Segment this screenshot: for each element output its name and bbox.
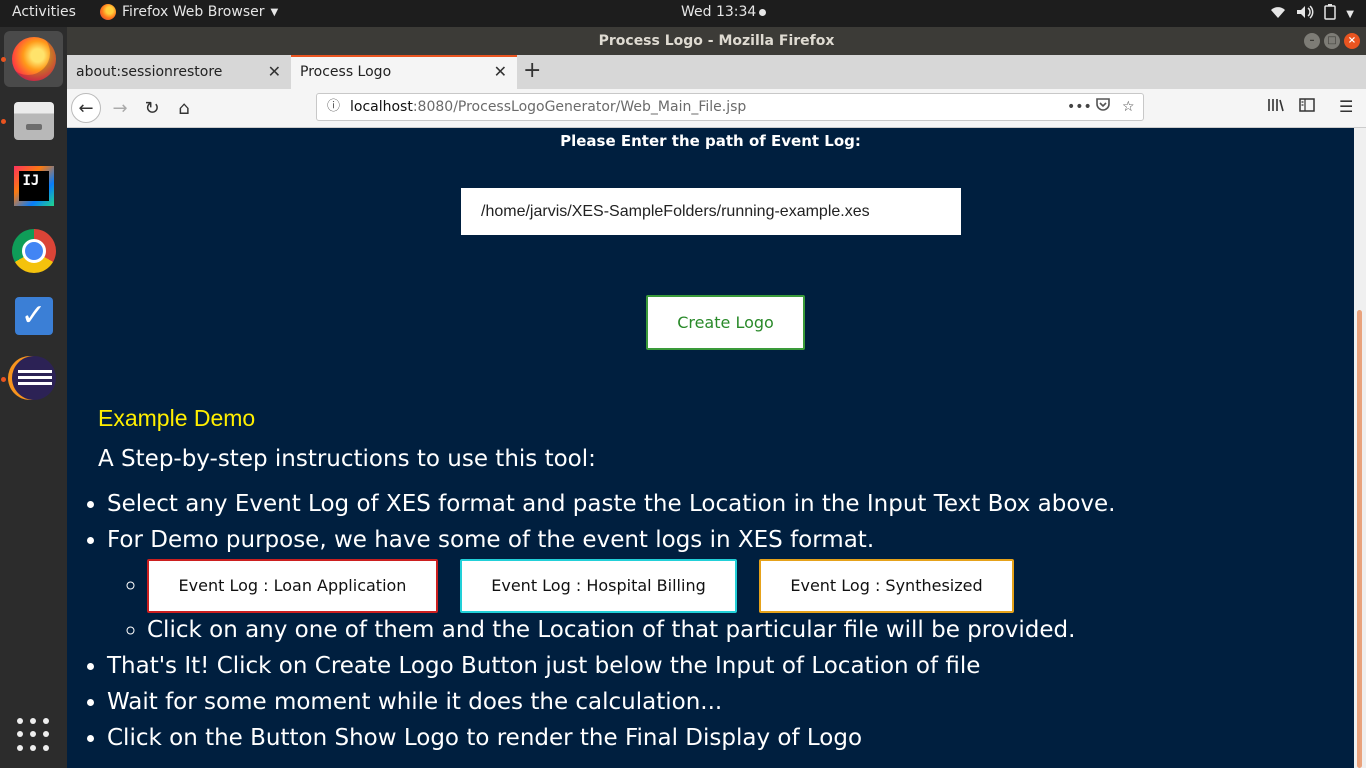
url-bar[interactable]: ⓘ localhost:8080/ProcessLogoGenerator/We… — [316, 93, 1144, 121]
dock-chrome[interactable] — [4, 223, 63, 279]
tab-process-logo[interactable]: Process Logo ✕ — [291, 55, 517, 89]
firefox-window: Process Logo - Mozilla Firefox – □ × abo… — [67, 27, 1366, 768]
tab-bar: about:sessionrestore ✕ Process Logo ✕ + — [67, 55, 1366, 89]
library-icon[interactable] — [1267, 97, 1285, 117]
page-actions-icon[interactable]: ••• — [1067, 94, 1092, 120]
list-item: Click on any one of them and the Locatio… — [147, 612, 1116, 648]
clock[interactable]: Wed 13:34 — [681, 4, 767, 20]
forward-button[interactable]: → — [105, 93, 135, 123]
firefox-icon — [11, 37, 56, 81]
minimize-button[interactable]: – — [1304, 33, 1320, 49]
dock-files[interactable] — [4, 93, 63, 149]
event-log-loan-application-button[interactable]: Event Log : Loan Application — [147, 558, 438, 613]
home-button[interactable]: ⌂ — [169, 93, 199, 123]
window-title: Process Logo - Mozilla Firefox — [598, 33, 835, 49]
close-window-button[interactable]: × — [1344, 33, 1360, 49]
clock-label: Wed 13:34 — [681, 4, 757, 20]
app-grid-icon — [16, 718, 51, 752]
event-log-synthesized-button[interactable]: Event Log : Synthesized — [759, 558, 1014, 613]
system-tray[interactable]: ▼ — [1270, 4, 1354, 24]
intellij-icon: IJ — [13, 166, 54, 206]
close-tab-icon[interactable]: ✕ — [268, 55, 281, 89]
url-text[interactable]: localhost:8080/ProcessLogoGenerator/Web_… — [350, 94, 746, 120]
list-item: For Demo purpose, we have some of the ev… — [107, 522, 1116, 648]
list-item: Select any Event Log of XES format and p… — [107, 486, 1116, 522]
files-icon — [13, 102, 54, 140]
tab-sessionrestore[interactable]: about:sessionrestore ✕ — [67, 55, 291, 89]
notification-dot-icon — [759, 8, 767, 16]
list-item: Wait for some moment while it does the c… — [107, 684, 1116, 720]
chevron-down-icon: ▼ — [1346, 8, 1354, 20]
app-menu-label: Firefox Web Browser — [122, 4, 265, 20]
page-scrollbar[interactable] — [1354, 128, 1366, 768]
bookmark-star-icon[interactable]: ☆ — [1122, 94, 1135, 120]
example-demo-heading: Example Demo — [98, 405, 256, 431]
list-item: Click on the Button Show Logo to render … — [107, 720, 1116, 756]
instruction-steps: Select any Event Log of XES format and p… — [67, 486, 1116, 756]
path-prompt: Please Enter the path of Event Log: — [560, 132, 861, 150]
battery-icon — [1324, 4, 1337, 24]
maximize-button[interactable]: □ — [1324, 33, 1340, 49]
window-titlebar: Process Logo - Mozilla Firefox – □ × — [67, 27, 1366, 55]
reload-button[interactable]: ↻ — [137, 93, 167, 123]
event-log-hospital-billing-button[interactable]: Event Log : Hospital Billing — [460, 558, 737, 613]
scrollbar-thumb[interactable] — [1357, 310, 1362, 768]
window-controls: – □ × — [1304, 33, 1360, 49]
hamburger-menu-icon[interactable]: ☰ — [1339, 97, 1353, 116]
system-top-bar: Activities Firefox Web Browser ▼ Wed 13:… — [0, 0, 1366, 27]
running-indicator — [1, 57, 6, 62]
tab-label: Process Logo — [300, 64, 392, 80]
close-tab-icon[interactable]: ✕ — [494, 57, 507, 87]
dock-intellij[interactable]: IJ — [4, 158, 63, 214]
firefox-icon — [100, 4, 116, 20]
running-indicator — [1, 119, 6, 124]
dock-eclipse[interactable] — [4, 350, 63, 406]
pocket-icon[interactable] — [1095, 94, 1111, 120]
navigation-toolbar: ← → ↻ ⌂ ⓘ localhost:8080/ProcessLogoGene… — [67, 89, 1366, 128]
wifi-icon — [1270, 5, 1286, 23]
app-menu[interactable]: Firefox Web Browser ▼ — [100, 4, 278, 20]
checkmark-icon: ✓ — [14, 297, 53, 335]
instructions-heading: A Step-by-step instructions to use this … — [98, 446, 596, 472]
eclipse-icon — [11, 356, 56, 400]
show-applications-button[interactable] — [4, 707, 63, 763]
chevron-down-icon: ▼ — [270, 6, 279, 18]
page-content: Please Enter the path of Event Log: Crea… — [67, 128, 1354, 768]
sidebar-icon[interactable] — [1299, 97, 1315, 116]
volume-icon — [1296, 5, 1314, 23]
running-indicator — [1, 377, 6, 382]
back-button[interactable]: ← — [71, 93, 101, 123]
dock-firefox[interactable] — [4, 31, 63, 87]
dock-todo[interactable]: ✓ — [4, 288, 63, 344]
list-item: That's It! Click on Create Logo Button j… — [107, 648, 1116, 684]
event-log-buttons-row: Event Log : Loan Application Event Log : … — [147, 558, 1116, 613]
activities-button[interactable]: Activities — [12, 4, 76, 20]
dock: IJ ✓ — [0, 27, 67, 768]
create-logo-button[interactable]: Create Logo — [646, 295, 805, 350]
new-tab-button[interactable]: + — [523, 55, 541, 87]
chrome-icon — [11, 229, 56, 273]
event-log-path-input[interactable] — [461, 188, 961, 235]
tab-label: about:sessionrestore — [76, 64, 223, 80]
demo-sublist: Event Log : Loan Application Event Log : … — [107, 558, 1116, 648]
site-info-icon[interactable]: ⓘ — [327, 94, 340, 120]
